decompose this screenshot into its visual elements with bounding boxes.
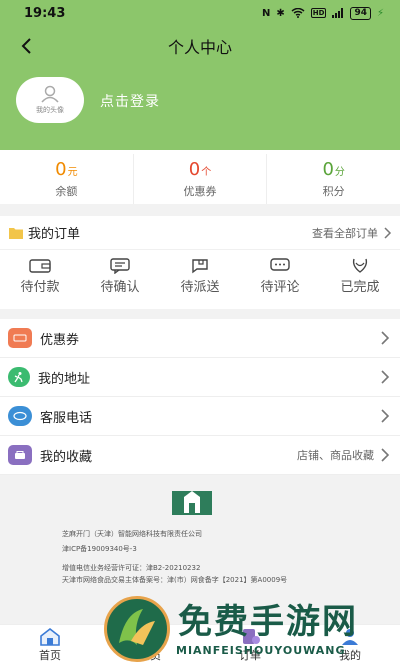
phone-icon [8,406,32,426]
coupon-icon [8,328,32,348]
back-button[interactable] [14,34,38,58]
status-bar: 19:43 N ✱ HD 94 ⚡ [0,0,400,26]
order-status-completed[interactable]: 已完成 [325,258,395,295]
orders-title: 我的订单 [28,227,81,242]
bluetooth-icon: ✱ [276,7,285,19]
charging-icon: ⚡ [376,7,384,19]
telecom-license: 增值电信业务经营许可证：津B2-20210232 [62,564,201,572]
icp-number: 津ICP备19009340号-3 [62,545,137,553]
hd-icon: HD [310,8,327,18]
tab-label: 订单 [239,649,261,662]
folder-icon [9,227,23,239]
chevron-right-icon [381,331,390,345]
delivery-icon [192,259,208,274]
address-icon [8,367,30,387]
menu-item-customer-service[interactable]: 客服电话 [0,397,400,436]
order-icon [243,629,260,644]
header-area: 19:43 N ✱ HD 94 ⚡ 个人中心 我的头像 点击登录 [0,0,400,150]
menu-label: 我的地址 [38,371,91,387]
tab-home[interactable]: 首页 [0,625,100,666]
company-logo [172,491,212,515]
food-filing: 天津市网络食品交易主体备案号：津(市）网食备字【2021】第A0009号 [62,576,288,584]
wallet-icon [29,259,51,273]
status-icons: N ✱ HD 94 ⚡ [262,6,384,20]
menu-label: 优惠券 [40,332,80,348]
order-status-row: 待付款 待确认 待派送 待评论 已完成 [0,250,400,295]
stat-unit: 分 [334,167,345,178]
stat-points[interactable]: 0 分 积分 [267,154,400,204]
confirm-icon [110,258,130,274]
orders-header[interactable]: 我的订单 查看全部订单 [0,216,400,250]
navbar: 个人中心 [0,26,400,66]
status-time: 19:43 [24,5,66,21]
menu-label: 我的收藏 [40,449,93,465]
comment-icon [270,258,290,271]
tab-label: 会员 [139,649,161,662]
tab-bar: 首页 会员 订单 我的 [0,624,400,666]
page-title: 个人中心 [167,38,232,57]
order-status-pending-payment[interactable]: 待付款 [5,258,75,295]
stat-label: 积分 [322,185,345,198]
order-status-pending-review[interactable]: 待评论 [245,258,315,295]
stat-label: 余额 [55,185,78,198]
wifi-icon [291,8,305,18]
stat-unit: 元 [67,167,78,178]
chevron-right-icon [381,409,390,423]
order-status-label: 待付款 [20,280,60,295]
menu-item-favorites[interactable]: 我的收藏 店铺、商品收藏 [0,436,400,475]
chevron-right-icon [384,226,392,239]
order-status-label: 已完成 [340,280,380,295]
battery-icon: 94 [350,6,371,20]
stat-value: 0 [322,159,334,180]
favorites-hint: 店铺、商品收藏 [297,449,374,462]
home-icon [40,628,60,646]
tab-orders[interactable]: 订单 [200,625,300,666]
menu-label: 客服电话 [40,410,93,426]
nfc-icon: N [262,7,271,19]
user-icon [41,85,59,103]
signal-icon [332,8,344,18]
order-status-pending-delivery[interactable]: 待派送 [165,258,235,295]
login-link[interactable]: 点击登录 [100,91,160,111]
back-arrow-icon [21,38,31,54]
tab-member[interactable]: 会员 [100,625,200,666]
chevron-right-icon [381,448,390,462]
stat-label: 优惠券 [183,185,217,198]
tab-label: 首页 [39,649,61,662]
stat-value: 0 [55,159,67,180]
order-status-label: 待评论 [260,280,300,295]
order-status-label: 待派送 [180,280,220,295]
done-icon [352,258,368,273]
tab-label: 我的 [339,649,361,662]
stat-value: 0 [188,159,201,180]
stats-panel: 0 元 余额 0 个 优惠券 0 分 积分 [0,150,400,204]
menu-item-coupons[interactable]: 优惠券 [0,319,400,358]
footer-info: 芝麻开门（天津）智能网络科技有限责任公司 津ICP备19009340号-3 增值… [0,475,400,625]
view-all-label: 查看全部订单 [312,226,378,240]
stat-coupons[interactable]: 0 个 优惠券 [134,154,268,204]
avatar[interactable]: 我的头像 [16,77,84,123]
avatar-label: 我的头像 [36,106,64,114]
menu-list: 优惠券 我的地址 客服电话 我的收藏 店铺、商品收藏 [0,319,400,475]
stat-balance[interactable]: 0 元 余额 [0,154,134,204]
order-status-label: 待确认 [100,280,140,295]
member-icon [140,630,160,645]
chevron-right-icon [381,370,390,384]
profile-icon [342,629,358,645]
order-status-pending-confirm[interactable]: 待确认 [85,258,155,295]
tab-profile[interactable]: 我的 [300,625,400,666]
company-name: 芝麻开门（天津）智能网络科技有限责任公司 [62,530,202,538]
orders-panel: 我的订单 查看全部订单 待付款 待确认 待派送 待评论 已完成 [0,216,400,309]
menu-item-address[interactable]: 我的地址 [0,358,400,397]
stat-unit: 个 [201,167,212,178]
favorite-icon [8,445,32,465]
view-all-orders-link[interactable]: 查看全部订单 [312,225,392,241]
